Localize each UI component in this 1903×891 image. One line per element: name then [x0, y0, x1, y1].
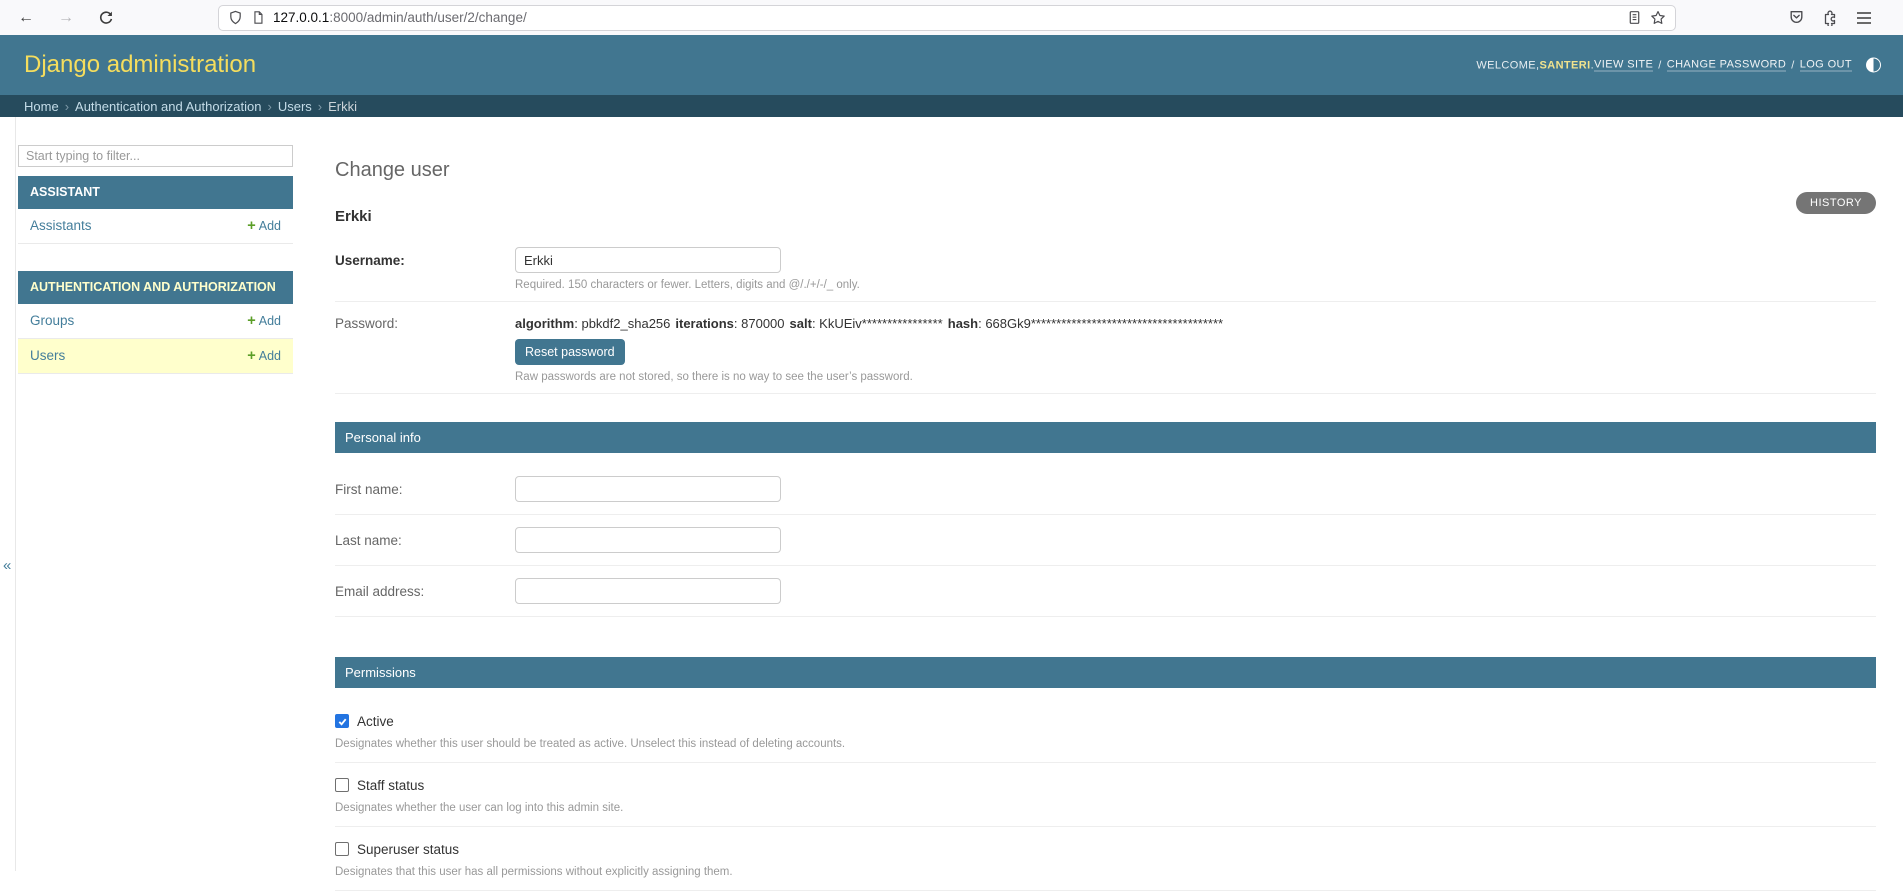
browser-chrome: ← → 127.0.0.1:8000/admin/auth/user/2/cha…: [0, 0, 1903, 35]
theme-toggle-icon[interactable]: [1866, 58, 1881, 73]
active-row: Active Designates whether this user shou…: [335, 699, 1876, 763]
menu-icon[interactable]: [1856, 11, 1872, 25]
account-fieldset: Username: Required. 150 characters or fe…: [335, 239, 1876, 394]
user-tools: WELCOME, SANTERI . VIEW SITE / CHANGE PA…: [1476, 58, 1881, 73]
email-label: Email address:: [335, 578, 515, 604]
breadcrumb: Home › Authentication and Authorization …: [0, 95, 1903, 117]
first-name-row: First name:: [335, 464, 1876, 515]
staff-status-help-text: Designates whether the user can log into…: [335, 802, 1876, 814]
staff-status-row: Staff status Designates whether the user…: [335, 763, 1876, 827]
reload-icon[interactable]: [98, 10, 114, 26]
site-brand-link[interactable]: Django administration: [24, 51, 256, 79]
add-assistant-link[interactable]: +Add: [247, 218, 281, 234]
plus-icon: +: [247, 218, 255, 234]
reader-mode-icon[interactable]: [1627, 10, 1642, 25]
password-help-text: Raw passwords are not stored, so there i…: [515, 371, 1876, 383]
pocket-icon[interactable]: [1788, 9, 1805, 26]
admin-header: Django administration WELCOME, SANTERI .…: [0, 35, 1903, 95]
page-title: Change user: [335, 159, 1876, 182]
username-label: Username:: [335, 247, 515, 291]
breadcrumb-home[interactable]: Home: [24, 99, 59, 114]
page-icon[interactable]: [251, 10, 265, 25]
object-name-heading: Erkki: [335, 208, 1876, 225]
extensions-icon[interactable]: [1822, 9, 1839, 26]
reset-password-button[interactable]: Reset password: [515, 339, 625, 365]
active-label: Active: [357, 714, 394, 729]
groups-link[interactable]: Groups: [30, 313, 74, 328]
url-path: :8000/admin/auth/user/2/change/: [329, 10, 526, 25]
username-input[interactable]: [515, 247, 781, 273]
email-row: Email address:: [335, 566, 1876, 617]
password-row: Password: algorithm: pbkdf2_sha256iterat…: [335, 302, 1876, 394]
main-content: Change user HISTORY Erkki Username: Requ…: [293, 117, 1903, 871]
sidebar-section-assistant: ASSISTANT Assistants +Add: [18, 176, 293, 244]
sidebar-section-title: AUTHENTICATION AND AUTHORIZATION: [18, 271, 293, 304]
tools-separator: /: [1658, 59, 1661, 71]
tools-separator: /: [1791, 59, 1794, 71]
add-user-link[interactable]: +Add: [247, 348, 281, 364]
log-out-link[interactable]: LOG OUT: [1800, 59, 1852, 72]
sidebar-toggle-strip: «: [0, 117, 16, 871]
breadcrumb-current: Erkki: [328, 99, 357, 114]
shield-icon[interactable]: [228, 10, 243, 25]
superuser-status-help-text: Designates that this user has all permis…: [335, 866, 1876, 878]
nav-sidebar: ASSISTANT Assistants +Add AUTHENTICATION…: [16, 117, 293, 871]
breadcrumb-separator: ›: [65, 99, 69, 114]
permissions-heading: Permissions: [335, 657, 1876, 688]
active-help-text: Designates whether this user should be t…: [335, 738, 1876, 750]
sidebar-section-title: ASSISTANT: [18, 176, 293, 209]
personal-info-fieldset: Personal info First name: Last name: Ema…: [335, 422, 1876, 617]
checkmark-icon: [337, 716, 348, 727]
welcome-text: WELCOME,: [1476, 59, 1539, 71]
username-row: Username: Required. 150 characters or fe…: [335, 239, 1876, 302]
current-username: SANTERI: [1539, 59, 1590, 71]
url-text: 127.0.0.1:8000/admin/auth/user/2/change/: [273, 10, 1619, 25]
plus-icon: +: [247, 348, 255, 364]
password-label: Password:: [335, 310, 515, 383]
password-hash-display: algorithm: pbkdf2_sha256iterations: 8700…: [515, 310, 1876, 331]
superuser-status-row: Superuser status Designates that this us…: [335, 827, 1876, 891]
view-site-link[interactable]: VIEW SITE: [1594, 59, 1653, 72]
users-link[interactable]: Users: [30, 348, 65, 363]
superuser-status-checkbox[interactable]: [335, 842, 349, 856]
sidebar-item-assistants[interactable]: Assistants +Add: [18, 209, 293, 244]
first-name-label: First name:: [335, 476, 515, 502]
staff-status-label: Staff status: [357, 778, 424, 793]
add-group-link[interactable]: +Add: [247, 313, 281, 329]
forward-icon[interactable]: →: [58, 10, 74, 26]
object-tools: HISTORY: [1796, 192, 1876, 214]
change-password-link[interactable]: CHANGE PASSWORD: [1667, 59, 1786, 72]
browser-nav-buttons: ← →: [18, 10, 114, 26]
browser-toolbar-right: [1788, 9, 1872, 26]
first-name-input[interactable]: [515, 476, 781, 502]
sidebar-filter-input[interactable]: [18, 145, 293, 167]
bookmark-star-icon[interactable]: [1650, 10, 1666, 26]
superuser-status-label: Superuser status: [357, 842, 459, 857]
sidebar-section-auth: AUTHENTICATION AND AUTHORIZATION Groups …: [18, 271, 293, 374]
sidebar-item-users[interactable]: Users +Add: [18, 339, 293, 374]
plus-icon: +: [247, 313, 255, 329]
permissions-fieldset: Permissions Active Designates whether th…: [335, 657, 1876, 891]
username-help-text: Required. 150 characters or fewer. Lette…: [515, 279, 1876, 291]
breadcrumb-separator: ›: [268, 99, 272, 114]
back-icon[interactable]: ←: [18, 10, 34, 26]
breadcrumb-auth-app[interactable]: Authentication and Authorization: [75, 99, 261, 114]
active-checkbox[interactable]: [335, 714, 349, 728]
assistants-link[interactable]: Assistants: [30, 218, 92, 233]
email-field[interactable]: [515, 578, 781, 604]
url-host: 127.0.0.1: [273, 10, 329, 25]
sidebar-item-groups[interactable]: Groups +Add: [18, 304, 293, 339]
last-name-input[interactable]: [515, 527, 781, 553]
url-bar[interactable]: 127.0.0.1:8000/admin/auth/user/2/change/: [218, 5, 1676, 31]
sidebar-collapse-icon[interactable]: «: [3, 557, 11, 574]
personal-info-heading: Personal info: [335, 422, 1876, 453]
staff-status-checkbox[interactable]: [335, 778, 349, 792]
last-name-label: Last name:: [335, 527, 515, 553]
history-button[interactable]: HISTORY: [1796, 192, 1876, 214]
breadcrumb-separator: ›: [318, 99, 322, 114]
breadcrumb-users[interactable]: Users: [278, 99, 312, 114]
last-name-row: Last name:: [335, 515, 1876, 566]
